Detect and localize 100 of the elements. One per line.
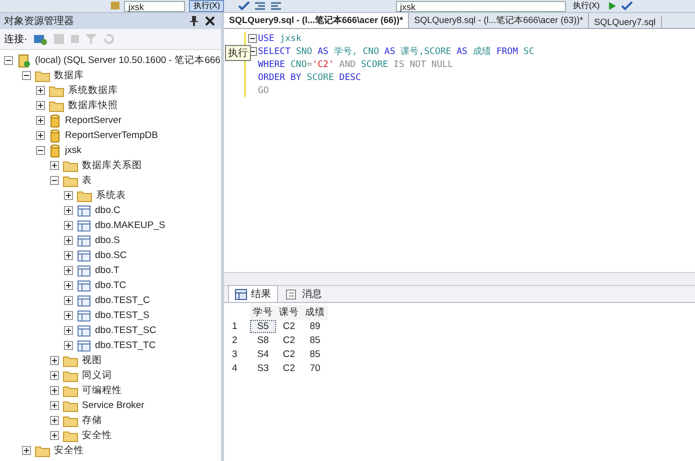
expander-icon[interactable] — [64, 251, 73, 260]
table-icon — [77, 234, 91, 246]
expander-icon[interactable] — [64, 206, 73, 215]
close-icon[interactable] — [205, 16, 215, 26]
expander-icon[interactable] — [4, 56, 13, 65]
table-cell: S5 — [250, 320, 276, 332]
expander-icon[interactable] — [36, 146, 45, 155]
document-tab[interactable]: SQLQuery8.sql - (l...笔记本666\acer (63))* — [409, 13, 590, 28]
horizontal-scrollbar[interactable] — [224, 272, 695, 286]
expander-icon[interactable] — [36, 86, 45, 95]
expander-icon[interactable] — [64, 236, 73, 245]
execute-button[interactable]: 执行(X) — [570, 0, 603, 12]
connect-icon[interactable] — [33, 33, 48, 45]
expander-icon[interactable] — [50, 386, 59, 395]
tree-item[interactable]: 同义词 — [82, 369, 112, 382]
folder-icon — [63, 354, 78, 366]
table-icon — [77, 220, 91, 232]
table-icon — [77, 340, 91, 352]
tree-item[interactable]: 数据库快照 — [68, 99, 118, 112]
database-dropdown[interactable]: jxsk — [396, 0, 566, 12]
tree-item[interactable]: dbo.SC — [95, 250, 127, 261]
column-header[interactable]: 学号 — [250, 304, 276, 320]
tree-item[interactable]: 存储 — [82, 414, 102, 427]
database-icon — [49, 144, 61, 158]
document-tab[interactable]: SQLQuery7.sql — [589, 16, 662, 28]
column-header[interactable]: 成绩 — [302, 304, 328, 320]
document-tab[interactable]: SQLQuery9.sql - (l...笔记本666\acer (66))* — [224, 13, 410, 28]
tree-item[interactable]: dbo.TC — [95, 280, 126, 291]
expander-icon[interactable] — [50, 401, 59, 410]
tree-item[interactable]: 安全性 — [82, 429, 112, 442]
expander-icon[interactable] — [36, 116, 45, 125]
tree-item[interactable]: 可编程性 — [82, 384, 122, 397]
tooltip: 执行 — [225, 45, 251, 61]
row-number: 4 — [231, 362, 238, 374]
expander-icon[interactable] — [64, 326, 73, 335]
folder-icon — [35, 444, 50, 456]
expander-icon[interactable] — [50, 371, 59, 380]
table-icon — [77, 250, 91, 262]
table-cell-text: 70 — [308, 362, 322, 374]
indent-icon[interactable] — [254, 1, 266, 11]
row-number: 1 — [231, 320, 238, 332]
row-number: 2 — [231, 334, 238, 346]
expander-icon[interactable] — [36, 101, 45, 110]
outdent-icon[interactable] — [270, 1, 282, 11]
tree-item[interactable]: dbo.TEST_TC — [95, 340, 156, 351]
tree-item[interactable]: ReportServer — [65, 115, 122, 126]
tree-item[interactable]: dbo.TEST_S — [95, 310, 150, 321]
check-icon[interactable] — [620, 1, 633, 11]
tree-item[interactable]: 系统数据库 — [68, 84, 118, 97]
expander-icon[interactable] — [36, 131, 45, 140]
database-icon — [49, 114, 61, 128]
expander-icon[interactable] — [50, 356, 59, 365]
tree-item[interactable]: (local) (SQL Server 10.50.1600 - 笔记本666 — [35, 54, 220, 67]
tree-item[interactable]: 数据库关系图 — [82, 159, 142, 172]
expander-icon[interactable] — [64, 281, 73, 290]
execute-button[interactable]: 执行(X) — [189, 0, 224, 12]
expander-icon[interactable] — [64, 266, 73, 275]
folder-icon — [35, 70, 50, 82]
database-dropdown[interactable]: jxsk — [124, 0, 186, 12]
result-tab[interactable]: 结果 — [228, 285, 278, 302]
expander-icon[interactable] — [64, 221, 73, 230]
expander-icon[interactable] — [22, 446, 31, 455]
collapse-icon[interactable] — [248, 34, 256, 43]
tree-item[interactable]: Service Broker — [82, 400, 144, 411]
tree-item[interactable]: dbo.TEST_C — [95, 295, 150, 306]
code-line: WHERE CNO='C2' AND SCORE IS NOT NULL — [258, 60, 454, 70]
tree-item[interactable]: ReportServerTempDB — [65, 130, 158, 141]
tree-item[interactable]: 数据库 — [54, 69, 84, 82]
result-tab[interactable]: 消息 — [280, 286, 328, 302]
tree-item[interactable]: dbo.T — [95, 265, 120, 276]
code-line: SELECT SNO AS 学号, CNO AS 课号,SCORE AS 成绩 FROM SC — [258, 46, 534, 58]
tree-item[interactable]: dbo.C — [95, 205, 120, 216]
expander-icon[interactable] — [64, 296, 73, 305]
play-icon[interactable] — [606, 1, 617, 11]
expander-icon[interactable] — [50, 176, 59, 185]
row-number: 3 — [231, 348, 238, 360]
expander-icon[interactable] — [50, 416, 59, 425]
expander-icon[interactable] — [64, 311, 73, 320]
server-icon — [17, 54, 31, 68]
folder-icon — [63, 160, 78, 172]
expander-icon[interactable] — [50, 431, 59, 440]
column-header[interactable]: 课号 — [276, 304, 302, 320]
tree-item[interactable]: dbo.S — [95, 235, 120, 246]
tree-item[interactable]: 视图 — [82, 354, 102, 367]
expander-icon[interactable] — [64, 341, 73, 350]
tree-item[interactable]: 表 — [82, 174, 92, 187]
tree-item[interactable]: 安全性 — [54, 444, 84, 457]
tree-item[interactable]: 系统表 — [96, 189, 126, 202]
tree-item[interactable]: dbo.MAKEUP_S — [95, 220, 166, 231]
expander-icon[interactable] — [50, 161, 59, 170]
pin-icon[interactable] — [189, 15, 199, 27]
connect-button[interactable]: 连接· — [4, 32, 28, 46]
tree-item[interactable]: dbo.TEST_SC — [95, 325, 156, 336]
check-icon[interactable] — [238, 1, 250, 11]
code-line: USE jxsk — [258, 34, 302, 44]
table-icon — [77, 294, 91, 306]
expander-icon[interactable] — [22, 71, 31, 80]
tree-item[interactable]: jxsk — [65, 145, 82, 156]
expander-icon[interactable] — [64, 191, 73, 200]
table-cell-text: S8 — [256, 334, 270, 346]
